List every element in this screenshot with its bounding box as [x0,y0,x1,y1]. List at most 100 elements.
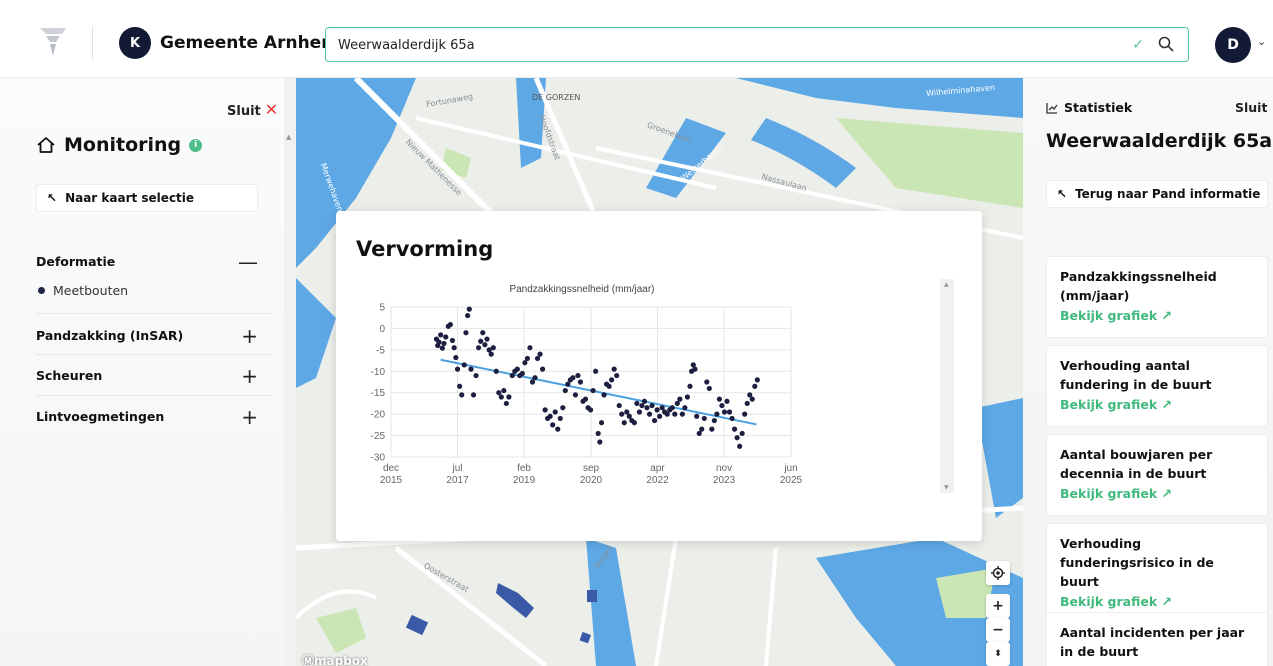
data-point [577,379,584,385]
x-tick-label: 2025 [780,475,803,486]
info-icon[interactable]: i [189,138,203,152]
y-tick-label: -5 [376,345,385,356]
layer-meetbouten[interactable]: Meetbouten [38,283,128,298]
stat-card[interactable]: Verhouding aantal fundering in de buurt … [1046,345,1268,427]
data-point [739,430,745,437]
data-point [709,426,715,432]
x-axis: dec2015jul2017feb2019sep2020apr2022nov20… [380,463,803,486]
section-label: Scheuren [36,368,103,383]
close-right-panel-button[interactable]: Sluit✕ [1235,100,1273,115]
view-chart-link-label: Bekijk grafiek [1060,308,1158,323]
data-point [631,420,637,426]
stat-card-title: Aantal bouwjaren per decennia in de buur… [1060,447,1213,481]
stat-card[interactable]: Pandzakkingssnelheid (mm/jaar) Bekijk gr… [1046,256,1268,338]
search-input[interactable] [338,35,1098,55]
data-point [557,415,563,422]
data-point [644,405,650,411]
scroll-up-arrow-icon[interactable]: ▲ [286,133,291,141]
data-point [537,351,543,357]
data-point [641,398,648,404]
back-to-building-info-button[interactable]: ↖ Terug naar Pand informatie [1046,180,1268,208]
trendline [440,358,757,426]
scatter-chart[interactable]: Pandzakkingssnelheid (mm/jaar) 5 0 -5 -10 -1… [356,279,936,499]
address-search[interactable]: ✓ [325,27,1189,62]
data-point [716,396,723,402]
data-point [560,405,566,411]
scroll-down-arrow-icon[interactable]: ▼ [944,484,949,491]
y-tick-label: -30 [371,453,386,464]
data-point [575,372,581,379]
data-point [677,396,683,402]
y-axis: 5 0 -5 -10 -15 -20 -25 -30 [371,303,386,464]
stat-card[interactable]: Aantal incidenten per jaar in de buurt [1046,612,1268,666]
municipality-avatar[interactable]: K [119,27,151,59]
section-label: Lintvoegmetingen [36,409,165,424]
municipality-name[interactable]: Gemeente Arnhem [160,33,339,53]
view-chart-link-label: Bekijk grafiek [1060,486,1158,501]
left-panel-scrollbar[interactable] [284,78,296,666]
mapbox-attribution[interactable]: Ⓜmapbox [302,652,368,666]
data-point [597,439,603,445]
data-point [593,368,599,374]
mapbox-label: mapbox [314,654,368,666]
stat-card[interactable]: Aantal bouwjaren per decennia in de buur… [1046,434,1268,516]
section-scheuren[interactable]: Scheuren + [36,364,262,388]
view-chart-link[interactable]: Bekijk grafiek ↗ [1060,591,1254,613]
search-icon[interactable] [1158,36,1174,52]
x-tick-label: nov [716,463,732,474]
data-point [478,338,484,344]
view-chart-link-label: Bekijk grafiek [1060,594,1158,609]
chart-card-title: Vervorming [356,237,494,261]
arrow-up-left-icon: ↖ [47,191,58,205]
back-to-map-selection-button[interactable]: ↖ Naar kaart selectie [36,184,258,212]
stat-card-title: Verhouding aantal fundering in de buurt [1060,358,1212,392]
data-point [737,443,743,449]
data-point [488,351,494,357]
compass-icon[interactable]: ⬍ [986,642,1010,666]
chevron-down-icon[interactable]: ⌄ [1257,35,1266,48]
data-point [704,379,710,385]
data-point [443,334,449,340]
data-point [636,409,643,415]
x-tick-label: 2017 [446,475,469,486]
expand-icon[interactable]: + [241,405,258,429]
data-point [616,402,622,409]
zoom-in-button[interactable]: + [986,594,1010,618]
x-tick-label: sep [583,463,600,474]
section-lintvoegmetingen[interactable]: Lintvoegmetingen + [36,405,262,429]
x-tick-label: jun [783,463,797,474]
close-left-panel-button[interactable]: Sluit ✕ [227,100,278,119]
view-chart-link[interactable]: Bekijk grafiek ↗ [1060,394,1254,416]
section-pandzakking[interactable]: Pandzakking (InSAR) + [36,324,262,348]
data-point [598,420,605,426]
section-label: Pandzakking (InSAR) [36,328,184,343]
collapse-icon[interactable]: — [238,250,258,274]
data-point [729,415,735,422]
x-tick-label: feb [517,463,531,474]
zoom-out-button[interactable]: − [986,618,1010,642]
arrow-up-right-icon: ↗ [1161,308,1172,323]
data-point [654,407,660,413]
data-point [724,398,730,404]
data-point [721,409,728,415]
data-point [694,413,700,419]
data-point [454,366,461,372]
expand-icon[interactable]: + [241,364,258,388]
chart-card-scrollbar[interactable]: ▲ ▼ [940,279,954,493]
stat-card[interactable]: Verhouding funderingsrisico in de buurt … [1046,523,1268,624]
expand-icon[interactable]: + [241,324,258,348]
map-label: DE GORZEN [532,93,581,102]
view-chart-link[interactable]: Bekijk grafiek ↗ [1060,483,1254,505]
view-chart-link[interactable]: Bekijk grafiek ↗ [1060,305,1254,327]
data-point [470,392,477,398]
scroll-up-arrow-icon[interactable]: ▲ [944,281,949,288]
data-point [459,392,465,398]
data-point [475,345,482,351]
data-point [438,332,444,338]
locate-icon[interactable] [986,561,1010,585]
section-divider [36,395,272,396]
y-tick-label: -15 [371,388,386,399]
section-deformatie[interactable]: Deformatie — [36,250,262,274]
app-logo-icon[interactable] [38,26,68,58]
user-avatar[interactable]: D [1215,27,1251,63]
